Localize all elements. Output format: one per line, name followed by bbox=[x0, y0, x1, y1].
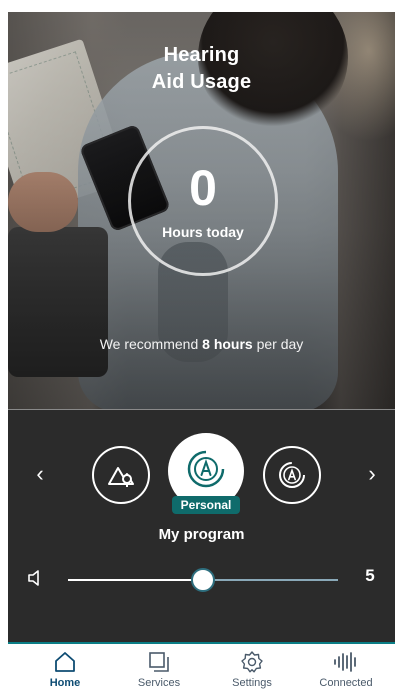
nav-item-label: Connected bbox=[319, 677, 373, 689]
settings-icon bbox=[241, 651, 263, 673]
recommendation-hours: 8 hours bbox=[202, 336, 253, 352]
previous-program-button[interactable]: ‹ bbox=[26, 460, 54, 488]
home-icon bbox=[55, 652, 75, 672]
page-title: Hearing Aid Usage bbox=[8, 42, 395, 96]
program-name: My program bbox=[158, 526, 245, 543]
recommendation-text: We recommend 8 hours per day bbox=[8, 336, 395, 352]
page-title-line2: Aid Usage bbox=[151, 71, 252, 93]
program-badge: Personal bbox=[172, 496, 240, 514]
nav-item-label: Services bbox=[137, 677, 181, 689]
bottom-navigation: Home Services Settings Connected bbox=[8, 642, 395, 693]
hero-section: Hearing Aid Usage 0 Hours today We recom… bbox=[8, 12, 395, 409]
next-program-button[interactable]: › bbox=[358, 460, 386, 488]
volume-slider[interactable] bbox=[68, 568, 338, 592]
page-title-line1: Hearing bbox=[163, 44, 240, 66]
usage-hours-label: Hours today bbox=[162, 224, 244, 240]
services-icon bbox=[149, 652, 169, 672]
nav-item-settings[interactable]: Settings bbox=[212, 650, 292, 693]
automatic-program-icon bbox=[187, 450, 225, 488]
program-panel: ‹ Personal › My program 5 bbox=[8, 409, 395, 642]
app-screen: Hearing Aid Usage 0 Hours today We recom… bbox=[8, 12, 395, 693]
nav-item-label: Home bbox=[49, 677, 81, 689]
program-button-automatic[interactable] bbox=[263, 446, 321, 504]
program-button-outdoor[interactable] bbox=[92, 446, 150, 504]
nav-item-home[interactable]: Home bbox=[25, 650, 105, 693]
usage-hours-value: 0 bbox=[189, 160, 217, 216]
outdoor-program-icon bbox=[108, 467, 134, 487]
recommendation-prefix: We recommend bbox=[99, 336, 199, 352]
nav-item-services[interactable]: Services bbox=[119, 650, 199, 693]
volume-slider-fill bbox=[68, 579, 203, 581]
connected-icon bbox=[334, 652, 356, 672]
nav-item-label: Settings bbox=[232, 677, 272, 689]
volume-value: 5 bbox=[365, 566, 375, 585]
automatic-program-icon-small bbox=[279, 462, 305, 488]
nav-item-connected[interactable]: Connected bbox=[306, 650, 386, 693]
recommendation-suffix: per day bbox=[256, 336, 304, 352]
volume-slider-thumb[interactable] bbox=[191, 568, 215, 592]
speaker-icon bbox=[28, 570, 39, 586]
